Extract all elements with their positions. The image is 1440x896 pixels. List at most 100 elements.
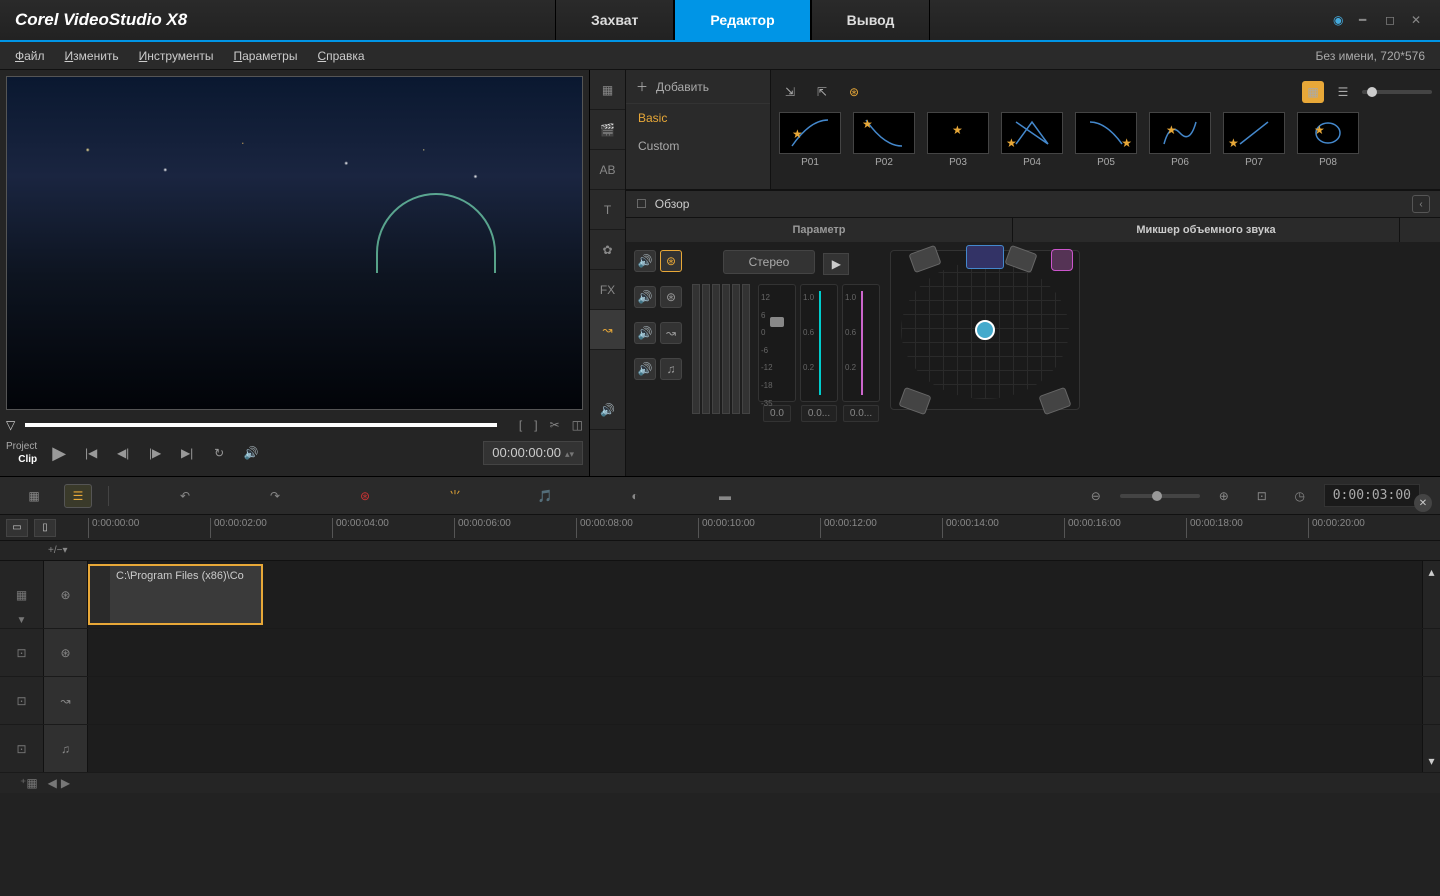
right-fader[interactable]: 1.00.60.2 0.0... bbox=[842, 284, 880, 422]
track-thumb-voice[interactable]: ↝ bbox=[44, 677, 88, 724]
frame-back-button[interactable]: ◀| bbox=[111, 441, 135, 465]
music-track[interactable] bbox=[88, 725, 1422, 772]
timeline-timecode[interactable]: 0:00:03:00 bbox=[1324, 484, 1420, 507]
zoom-out-icon[interactable]: ⊖ bbox=[1082, 484, 1110, 508]
mark-in-icon[interactable]: [ bbox=[519, 418, 522, 432]
globe-icon[interactable]: ◉ bbox=[1333, 13, 1347, 27]
music-track-icon[interactable]: ♫ bbox=[660, 358, 682, 380]
loop-button[interactable]: ↻ bbox=[207, 441, 231, 465]
time-ruler[interactable]: 0:00:00:00 00:00:02:00 00:00:04:00 00:00… bbox=[88, 515, 1422, 540]
ruler-mode2-icon[interactable]: ▯ bbox=[34, 519, 56, 537]
preset-p07[interactable]: ★P07 bbox=[1223, 112, 1285, 168]
mute-overlay-icon[interactable]: 🔊 bbox=[634, 286, 656, 308]
lib-audio-icon[interactable]: 🔊 bbox=[590, 390, 625, 430]
tab-capture[interactable]: Захват bbox=[555, 0, 674, 40]
lib-media-icon[interactable]: ▦ bbox=[590, 70, 625, 110]
video-track-icon[interactable]: ⊛ bbox=[660, 250, 682, 272]
scroll-right-icon[interactable]: ▶ bbox=[61, 776, 70, 790]
video-clip[interactable]: C:\Program Files (x86)\Co bbox=[88, 564, 263, 625]
mixer-tab-surround[interactable]: Микшер объемного звука bbox=[1013, 218, 1400, 242]
add-category-button[interactable]: ＋ Добавить bbox=[626, 70, 770, 104]
track-head-overlay[interactable]: ⊡ bbox=[0, 629, 44, 676]
voice-track[interactable] bbox=[88, 677, 1422, 724]
collapse-button[interactable]: ‹ bbox=[1412, 195, 1430, 213]
menu-edit[interactable]: Изменить bbox=[65, 49, 119, 63]
preset-p01[interactable]: ★P01 bbox=[779, 112, 841, 168]
snapshot-icon[interactable]: ◫ bbox=[572, 418, 583, 432]
mute-voice-icon[interactable]: 🔊 bbox=[634, 322, 656, 344]
mixer-tab-param[interactable]: Параметр bbox=[626, 218, 1013, 242]
track-head-music[interactable]: ⊡ bbox=[0, 725, 44, 772]
speaker-sub-icon[interactable] bbox=[1051, 249, 1073, 271]
speaker-fl-icon[interactable] bbox=[908, 245, 941, 273]
menu-tools[interactable]: Инструменты bbox=[139, 49, 214, 63]
stereo-play-button[interactable]: ▶ bbox=[823, 253, 849, 275]
mute-video-icon[interactable]: 🔊 bbox=[634, 250, 656, 272]
cut-icon[interactable]: ✂ bbox=[550, 418, 560, 432]
maximize-icon[interactable]: ◻ bbox=[1385, 13, 1399, 27]
preset-p05[interactable]: ★P05 bbox=[1075, 112, 1137, 168]
speaker-center-icon[interactable] bbox=[966, 245, 1004, 269]
view-list-icon[interactable]: ☰ bbox=[1332, 81, 1354, 103]
main-fader[interactable]: 1260-6-12-18-35 0.0 bbox=[758, 284, 796, 422]
lib-graphic-icon[interactable]: ✿ bbox=[590, 230, 625, 270]
video-track[interactable]: C:\Program Files (x86)\Co bbox=[88, 561, 1422, 628]
left-fader[interactable]: 1.00.60.2 0.0... bbox=[800, 284, 838, 422]
track-thumb-music[interactable]: ♫ bbox=[44, 725, 88, 772]
import-icon[interactable]: ⇲ bbox=[779, 81, 801, 103]
play-button[interactable]: ▶ bbox=[47, 441, 71, 465]
add-track-icon[interactable]: ⁺▦ bbox=[20, 776, 38, 790]
preset-p06[interactable]: ★P06 bbox=[1149, 112, 1211, 168]
storyboard-view-icon[interactable]: ▦ bbox=[20, 484, 48, 508]
track-head-voice[interactable]: ⊡ bbox=[0, 677, 44, 724]
multi-trim-icon[interactable]: ◐ bbox=[621, 484, 649, 508]
view-thumb-icon[interactable]: ▦ bbox=[1302, 81, 1324, 103]
speaker-fr-icon[interactable] bbox=[1004, 245, 1037, 273]
export-icon[interactable]: ⇱ bbox=[811, 81, 833, 103]
preview-video[interactable] bbox=[6, 76, 583, 410]
goto-start-button[interactable]: |◀ bbox=[79, 441, 103, 465]
scroll-up-icon[interactable]: ▴ bbox=[1422, 561, 1440, 628]
preview-scrubber[interactable]: ▽ [ ] ✂ ◫ bbox=[6, 416, 583, 434]
preset-p04[interactable]: ★P04 bbox=[1001, 112, 1063, 168]
scroll-left-icon[interactable]: ◀ bbox=[48, 776, 57, 790]
preset-p08[interactable]: ★P08 bbox=[1297, 112, 1359, 168]
goto-end-button[interactable]: ▶| bbox=[175, 441, 199, 465]
zoom-in-icon[interactable]: ⊕ bbox=[1210, 484, 1238, 508]
minimize-icon[interactable]: ━ bbox=[1359, 13, 1373, 27]
category-basic[interactable]: Basic bbox=[626, 104, 770, 132]
pan-position-icon[interactable] bbox=[975, 320, 995, 340]
preview-timecode[interactable]: 00:00:00:00▴▾ bbox=[483, 441, 583, 465]
auto-music-icon[interactable]: 🎵 bbox=[531, 484, 559, 508]
mode-project[interactable]: Project bbox=[6, 440, 37, 453]
review-label[interactable]: Обзор bbox=[655, 197, 690, 211]
lib-sound-icon[interactable]: 🎬 bbox=[590, 110, 625, 150]
mode-clip[interactable]: Clip bbox=[6, 453, 37, 466]
ruler-mode1-icon[interactable]: ▭ bbox=[6, 519, 28, 537]
speaker-rr-icon[interactable] bbox=[1038, 387, 1071, 415]
mixer-close-button[interactable]: ✕ bbox=[1414, 494, 1432, 512]
zoom-slider[interactable] bbox=[1120, 494, 1200, 498]
thumb-size-slider[interactable] bbox=[1362, 90, 1432, 94]
track-head-video[interactable]: ▦▼ bbox=[0, 561, 44, 628]
surround-panner[interactable] bbox=[890, 250, 1080, 410]
undo-icon[interactable]: ↶ bbox=[171, 484, 199, 508]
lib-transition-icon[interactable]: AB bbox=[590, 150, 625, 190]
menu-params[interactable]: Параметры bbox=[233, 49, 297, 63]
lib-title-icon[interactable]: T bbox=[590, 190, 625, 230]
frame-fwd-button[interactable]: |▶ bbox=[143, 441, 167, 465]
category-custom[interactable]: Custom bbox=[626, 132, 770, 160]
mute-music-icon[interactable]: 🔊 bbox=[634, 358, 656, 380]
mark-out-icon[interactable]: ] bbox=[534, 418, 537, 432]
clock-icon[interactable]: ◷ bbox=[1286, 484, 1314, 508]
menu-help[interactable]: Справка bbox=[317, 49, 364, 63]
filter-icon[interactable]: ⊛ bbox=[843, 81, 865, 103]
preset-p03[interactable]: ★P03 bbox=[927, 112, 989, 168]
record-icon[interactable]: ⊛ bbox=[351, 484, 379, 508]
speaker-rl-icon[interactable] bbox=[898, 387, 931, 415]
track-thumb-video[interactable]: ⊛ bbox=[44, 561, 88, 628]
overlay-track-icon[interactable]: ⊛ bbox=[660, 286, 682, 308]
volume-button[interactable]: 🔊 bbox=[239, 441, 263, 465]
lib-fx-icon[interactable]: FX bbox=[590, 270, 625, 310]
scroll-down-icon[interactable]: ▾ bbox=[1422, 725, 1440, 772]
